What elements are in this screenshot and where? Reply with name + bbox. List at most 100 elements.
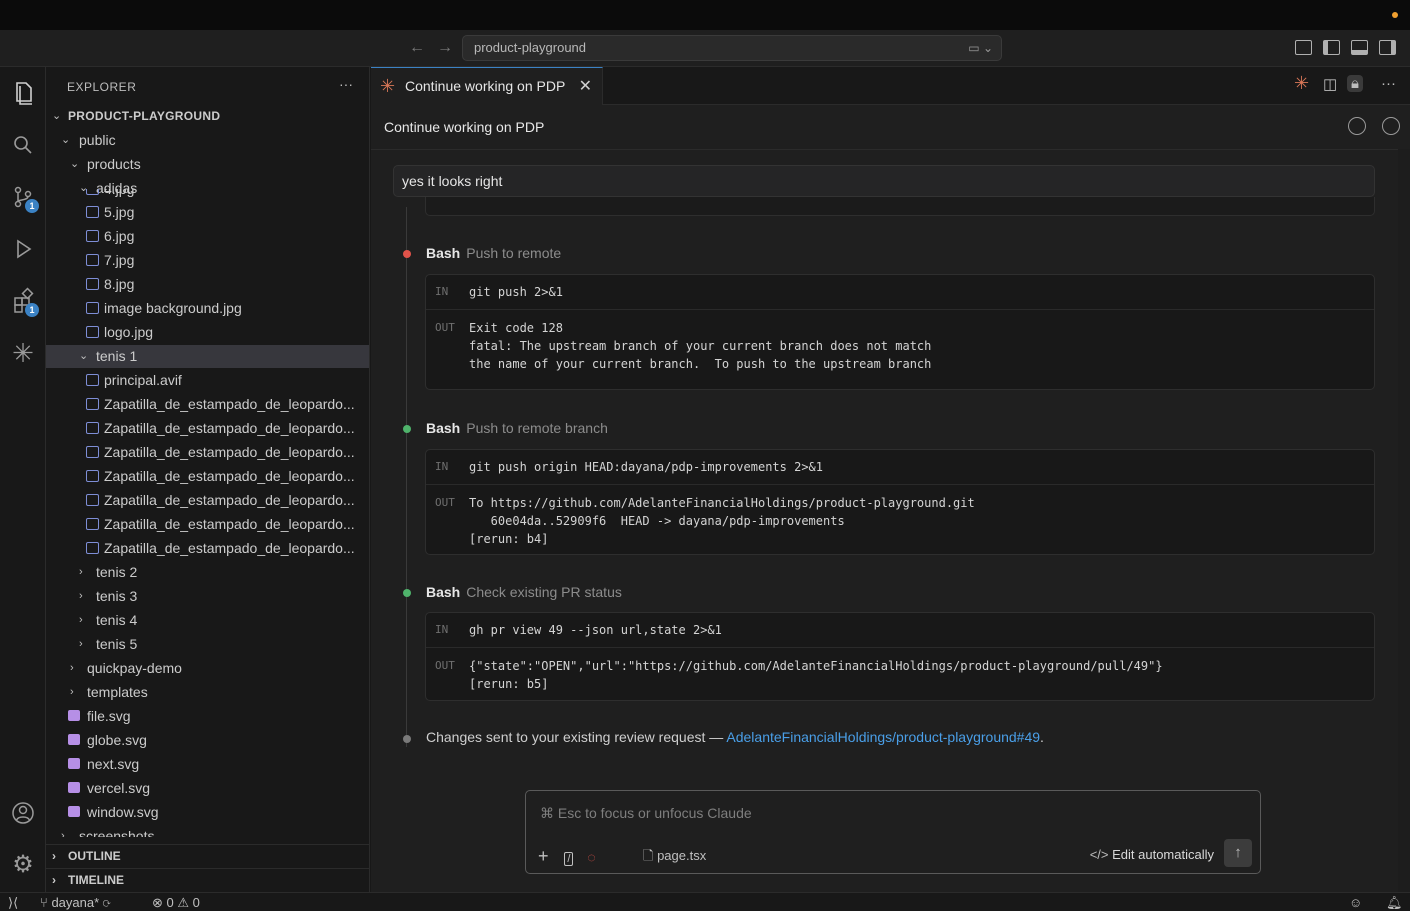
command-text: git push 2>&1 bbox=[469, 285, 563, 299]
toggle-secondary-sidebar-icon[interactable] bbox=[1379, 40, 1396, 55]
pr-link[interactable]: AdelanteFinancialHoldings/product-playgr… bbox=[726, 729, 1040, 745]
image-file-icon bbox=[86, 470, 99, 482]
extensions-icon[interactable]: 1 bbox=[7, 285, 39, 317]
file-item[interactable]: Zapatilla_de_estampado_de_leopardo... bbox=[46, 417, 369, 440]
account-icon[interactable] bbox=[7, 797, 39, 829]
settings-gear-icon[interactable]: ⚙ bbox=[7, 849, 39, 881]
chat-composer[interactable]: ⌘ Esc to focus or unfocus Claude + / ◌ 🗋… bbox=[525, 790, 1261, 874]
claude-icon[interactable]: ✳ bbox=[7, 337, 39, 369]
file-item[interactable]: 6.jpg bbox=[46, 225, 369, 248]
folder-tenis-5[interactable]: › tenis 5 bbox=[46, 633, 369, 656]
workspace-root[interactable]: ⌄ PRODUCT-PLAYGROUND bbox=[46, 105, 369, 128]
send-button[interactable]: ↑ bbox=[1224, 839, 1252, 867]
folder-screenshots[interactable]: › screenshots bbox=[46, 825, 369, 837]
success-status-dot bbox=[403, 425, 411, 433]
image-file-icon bbox=[86, 326, 99, 338]
new-chat-icon[interactable] bbox=[1382, 117, 1400, 135]
file-item[interactable]: 8.jpg bbox=[46, 273, 369, 296]
back-arrow-icon[interactable]: ← bbox=[407, 38, 427, 58]
claude-icon[interactable]: ✳ bbox=[1294, 73, 1309, 94]
run-debug-icon[interactable] bbox=[7, 233, 39, 265]
step-title[interactable]: Bash Push to remote bbox=[426, 245, 561, 261]
search-icon[interactable] bbox=[7, 129, 39, 161]
explorer-icon[interactable] bbox=[7, 77, 39, 109]
slash-command-icon[interactable]: / bbox=[564, 852, 574, 866]
tree-item-label: globe.svg bbox=[87, 732, 147, 748]
remote-icon[interactable]: ⟩⟨ bbox=[8, 894, 18, 911]
folder-products[interactable]: ⌄ products bbox=[46, 153, 369, 176]
tree-item-label: Zapatilla_de_estampado_de_leopardo... bbox=[104, 468, 355, 484]
timeline-section[interactable]: › TIMELINE bbox=[46, 868, 369, 892]
file-item[interactable]: vercel.svg bbox=[46, 777, 369, 800]
edit-mode-toggle[interactable]: </> Edit automatically bbox=[1090, 847, 1214, 862]
file-item[interactable]: window.svg bbox=[46, 801, 369, 824]
file-item[interactable]: image background.jpg bbox=[46, 297, 369, 320]
tree-item-label: templates bbox=[87, 684, 148, 700]
tree-item-label: Zapatilla_de_estampado_de_leopardo... bbox=[104, 516, 355, 532]
tree-item-label: 8.jpg bbox=[104, 276, 135, 292]
problems-status[interactable]: ⊗ 0 ⚠ 0 bbox=[152, 894, 200, 911]
file-item[interactable]: Zapatilla_de_estampado_de_leopardo... bbox=[46, 489, 369, 512]
more-actions-icon[interactable]: ··· bbox=[339, 76, 353, 92]
file-item[interactable]: 5.jpg bbox=[46, 201, 369, 224]
folder-tenis-3[interactable]: › tenis 3 bbox=[46, 585, 369, 608]
tree-item-label: vercel.svg bbox=[87, 780, 151, 796]
folder-quickpay-demo[interactable]: › quickpay-demo bbox=[46, 657, 369, 680]
tree-item-label: 7.jpg bbox=[104, 252, 135, 268]
branch-status[interactable]: ⑂ dayana* ⟳ bbox=[40, 894, 111, 911]
notifications-bell-icon[interactable]: 🔔︎ bbox=[1386, 894, 1403, 911]
composer-tools: + / ◌ bbox=[538, 846, 596, 867]
folder-tenis-4[interactable]: › tenis 4 bbox=[46, 609, 369, 632]
image-file-icon bbox=[86, 374, 99, 386]
file-item[interactable]: 4.jpg bbox=[46, 189, 369, 201]
composer-placeholder[interactable]: ⌘ Esc to focus or unfocus Claude bbox=[540, 805, 752, 822]
file-item[interactable]: Zapatilla_de_estampado_de_leopardo... bbox=[46, 465, 369, 488]
file-item[interactable]: next.svg bbox=[46, 753, 369, 776]
file-item[interactable]: file.svg bbox=[46, 705, 369, 728]
image-file-icon bbox=[86, 446, 99, 458]
folder-tenis-1[interactable]: ⌄ tenis 1 bbox=[46, 345, 369, 368]
context-file-chip[interactable]: 🗋︎ page.tsx bbox=[643, 847, 706, 869]
copilot-icon[interactable]: ☺ bbox=[1349, 894, 1362, 911]
tree-item-label: window.svg bbox=[87, 804, 159, 820]
chevron-right-icon: › bbox=[70, 662, 74, 674]
source-control-icon[interactable]: 1 bbox=[7, 181, 39, 213]
file-item[interactable]: logo.jpg bbox=[46, 321, 369, 344]
tree-item-label: Zapatilla_de_estampado_de_leopardo... bbox=[104, 396, 355, 412]
toggle-panel-icon[interactable] bbox=[1351, 40, 1368, 55]
history-clock-icon[interactable] bbox=[1348, 117, 1366, 135]
folder-tenis-2[interactable]: › tenis 2 bbox=[46, 561, 369, 584]
customize-layout-icon[interactable] bbox=[1295, 40, 1312, 55]
thinking-spinner-icon[interactable]: ◌ bbox=[587, 849, 595, 865]
image-file-icon bbox=[86, 254, 99, 266]
copilot-chat-icon[interactable]: ▭ ⌄ bbox=[968, 36, 993, 60]
more-actions-icon[interactable]: ··· bbox=[1381, 75, 1396, 92]
command-center-input[interactable]: product-playground ▭ ⌄ bbox=[462, 35, 1002, 61]
toggle-primary-sidebar-icon[interactable] bbox=[1323, 40, 1340, 55]
branch-icon: ⑂ bbox=[40, 895, 48, 910]
file-item[interactable]: globe.svg bbox=[46, 729, 369, 752]
chevron-right-icon: › bbox=[79, 566, 83, 578]
split-editor-icon[interactable]: ◫ bbox=[1323, 75, 1337, 93]
file-item[interactable]: Zapatilla_de_estampado_de_leopardo... bbox=[46, 513, 369, 536]
forward-arrow-icon[interactable]: → bbox=[435, 38, 455, 58]
file-item[interactable]: Zapatilla_de_estampado_de_leopardo... bbox=[46, 393, 369, 416]
file-item[interactable]: 7.jpg bbox=[46, 249, 369, 272]
scrollbar[interactable] bbox=[1398, 149, 1410, 892]
file-item[interactable]: Zapatilla_de_estampado_de_leopardo... bbox=[46, 537, 369, 560]
chevron-down-icon: ⌄ bbox=[70, 158, 80, 170]
step-title[interactable]: Bash Check existing PR status bbox=[426, 584, 622, 600]
chevron-right-icon: › bbox=[52, 873, 56, 887]
folder-public[interactable]: ⌄ public bbox=[46, 129, 369, 152]
file-item[interactable]: Zapatilla_de_estampado_de_leopardo... bbox=[46, 441, 369, 464]
folder-templates[interactable]: › templates bbox=[46, 681, 369, 704]
tree-item-label: Zapatilla_de_estampado_de_leopardo... bbox=[104, 444, 355, 460]
close-icon[interactable]: ✕ bbox=[579, 68, 592, 105]
step-title[interactable]: Bash Push to remote branch bbox=[426, 420, 608, 436]
tab-continue-working[interactable]: ✳ Continue working on PDP ✕ bbox=[371, 67, 603, 105]
lock-icon[interactable]: 🔒︎ bbox=[1347, 75, 1363, 92]
outline-section[interactable]: › OUTLINE bbox=[46, 844, 369, 868]
file-item[interactable]: principal.avif bbox=[46, 369, 369, 392]
add-attachment-icon[interactable]: + bbox=[538, 846, 549, 866]
user-message: yes it looks right bbox=[393, 165, 1375, 197]
